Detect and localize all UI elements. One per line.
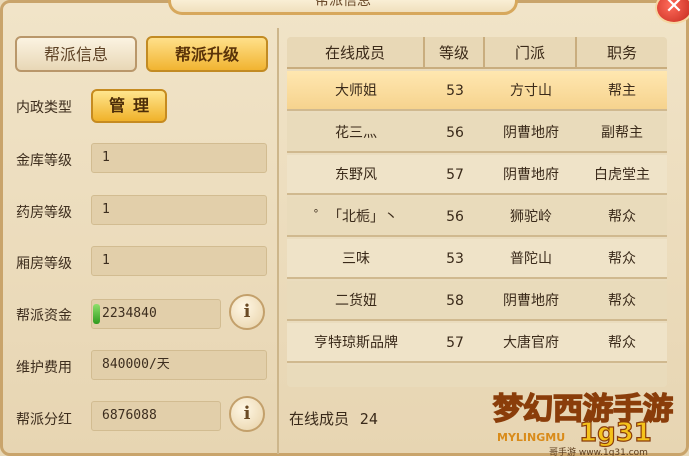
col-level: 等级	[425, 37, 485, 69]
member-school: 大唐官府	[503, 335, 559, 351]
dividend-label: 帮派分红	[16, 412, 72, 428]
game-logo: 梦幻西游手游 MYLINGMU 1g31 哥手游 www.1g31.com	[492, 391, 674, 456]
online-count: 24	[359, 410, 378, 428]
tab-guild-info[interactable]: 帮派信息	[15, 36, 137, 72]
member-name: 大师姐	[335, 83, 377, 99]
member-school: 方寸山	[510, 83, 552, 99]
member-name: 二货妞	[335, 293, 377, 309]
member-school: 普陀山	[510, 251, 552, 267]
dividend-info-icon[interactable]: i	[229, 396, 265, 432]
table-row[interactable]: 花三灬 56 阴曹地府 副帮主	[287, 113, 667, 153]
funds-info-icon[interactable]: i	[229, 294, 265, 330]
table-row[interactable]: 东野风 57 阴曹地府 白虎堂主	[287, 155, 667, 195]
wing-level-label: 厢房等级	[16, 256, 72, 272]
pharmacy-level-label: 药房等级	[16, 205, 72, 221]
member-name: ゜「北栀」丶	[314, 209, 398, 225]
table-row[interactable]: 大师姐 53 方寸山 帮主	[287, 71, 667, 111]
member-school: 阴曹地府	[503, 125, 559, 141]
logo-sub: MYLINGMU	[497, 431, 565, 444]
member-role: 白虎堂主	[594, 167, 650, 183]
maintenance-label: 维护费用	[16, 360, 72, 376]
member-school: 狮驼岭	[510, 209, 552, 225]
member-table[interactable]: 在线成员 等级 门派 职务 大师姐 53 方寸山 帮主 花三灬 56 阴曹地府 …	[287, 37, 667, 387]
guild-funds-label: 帮派资金	[16, 308, 72, 324]
column-divider	[277, 28, 279, 454]
funds-bar-icon	[93, 304, 100, 324]
member-name: 三味	[342, 251, 370, 267]
online-label: 在线成员	[289, 410, 350, 428]
guild-funds-number: 2234840	[102, 306, 157, 321]
domestic-type-label: 内政类型	[16, 100, 72, 116]
member-level: 56	[446, 209, 464, 225]
guild-panel: 帮派信息 帮派信息 帮派升级 内政类型 管理 金库等级 1 药房等级 1 厢房等…	[0, 0, 689, 456]
col-school: 门派	[485, 37, 577, 69]
member-role: 帮众	[608, 335, 636, 351]
logo-footer: 哥手游 www.1g31.com	[549, 446, 648, 456]
logo-site: 1g31	[579, 418, 652, 448]
member-name: 东野风	[335, 167, 377, 183]
treasury-level-label: 金库等级	[16, 153, 72, 169]
tab-guild-upgrade[interactable]: 帮派升级	[146, 36, 268, 72]
treasury-level-value: 1	[91, 143, 267, 173]
table-row[interactable]: 亨特琼斯品牌 57 大唐官府 帮众	[287, 323, 667, 363]
member-role: 副帮主	[601, 125, 643, 141]
wing-level-value: 1	[91, 246, 267, 276]
member-level: 56	[446, 125, 464, 141]
member-role: 帮众	[608, 209, 636, 225]
member-name: 亨特琼斯品牌	[314, 335, 398, 351]
table-row[interactable]: ゜「北栀」丶 56 狮驼岭 帮众	[287, 197, 667, 237]
table-row[interactable]: 二货妞 58 阴曹地府 帮众	[287, 281, 667, 321]
member-level: 53	[446, 83, 464, 99]
member-table-header: 在线成员 等级 门派 职务	[287, 37, 667, 69]
col-online-member: 在线成员	[287, 37, 425, 69]
table-row[interactable]: 三味 53 普陀山 帮众	[287, 239, 667, 279]
maintenance-value: 840000/天	[91, 350, 267, 380]
member-level: 53	[446, 251, 464, 267]
member-role: 帮主	[608, 83, 636, 99]
member-role: 帮众	[608, 251, 636, 267]
guild-funds-value: 2234840	[91, 299, 221, 329]
member-name: 花三灬	[335, 125, 377, 141]
dividend-value: 6876088	[91, 401, 221, 431]
panel-title: 帮派信息	[168, 0, 518, 15]
member-role: 帮众	[608, 293, 636, 309]
member-school: 阴曹地府	[503, 293, 559, 309]
pharmacy-level-value: 1	[91, 195, 267, 225]
member-school: 阴曹地府	[503, 167, 559, 183]
member-level: 58	[446, 293, 464, 309]
member-level: 57	[446, 335, 464, 351]
member-level: 57	[446, 167, 464, 183]
manage-button[interactable]: 管理	[91, 89, 167, 123]
online-member-count: 在线成员 24	[289, 408, 378, 429]
col-role: 职务	[606, 44, 637, 62]
